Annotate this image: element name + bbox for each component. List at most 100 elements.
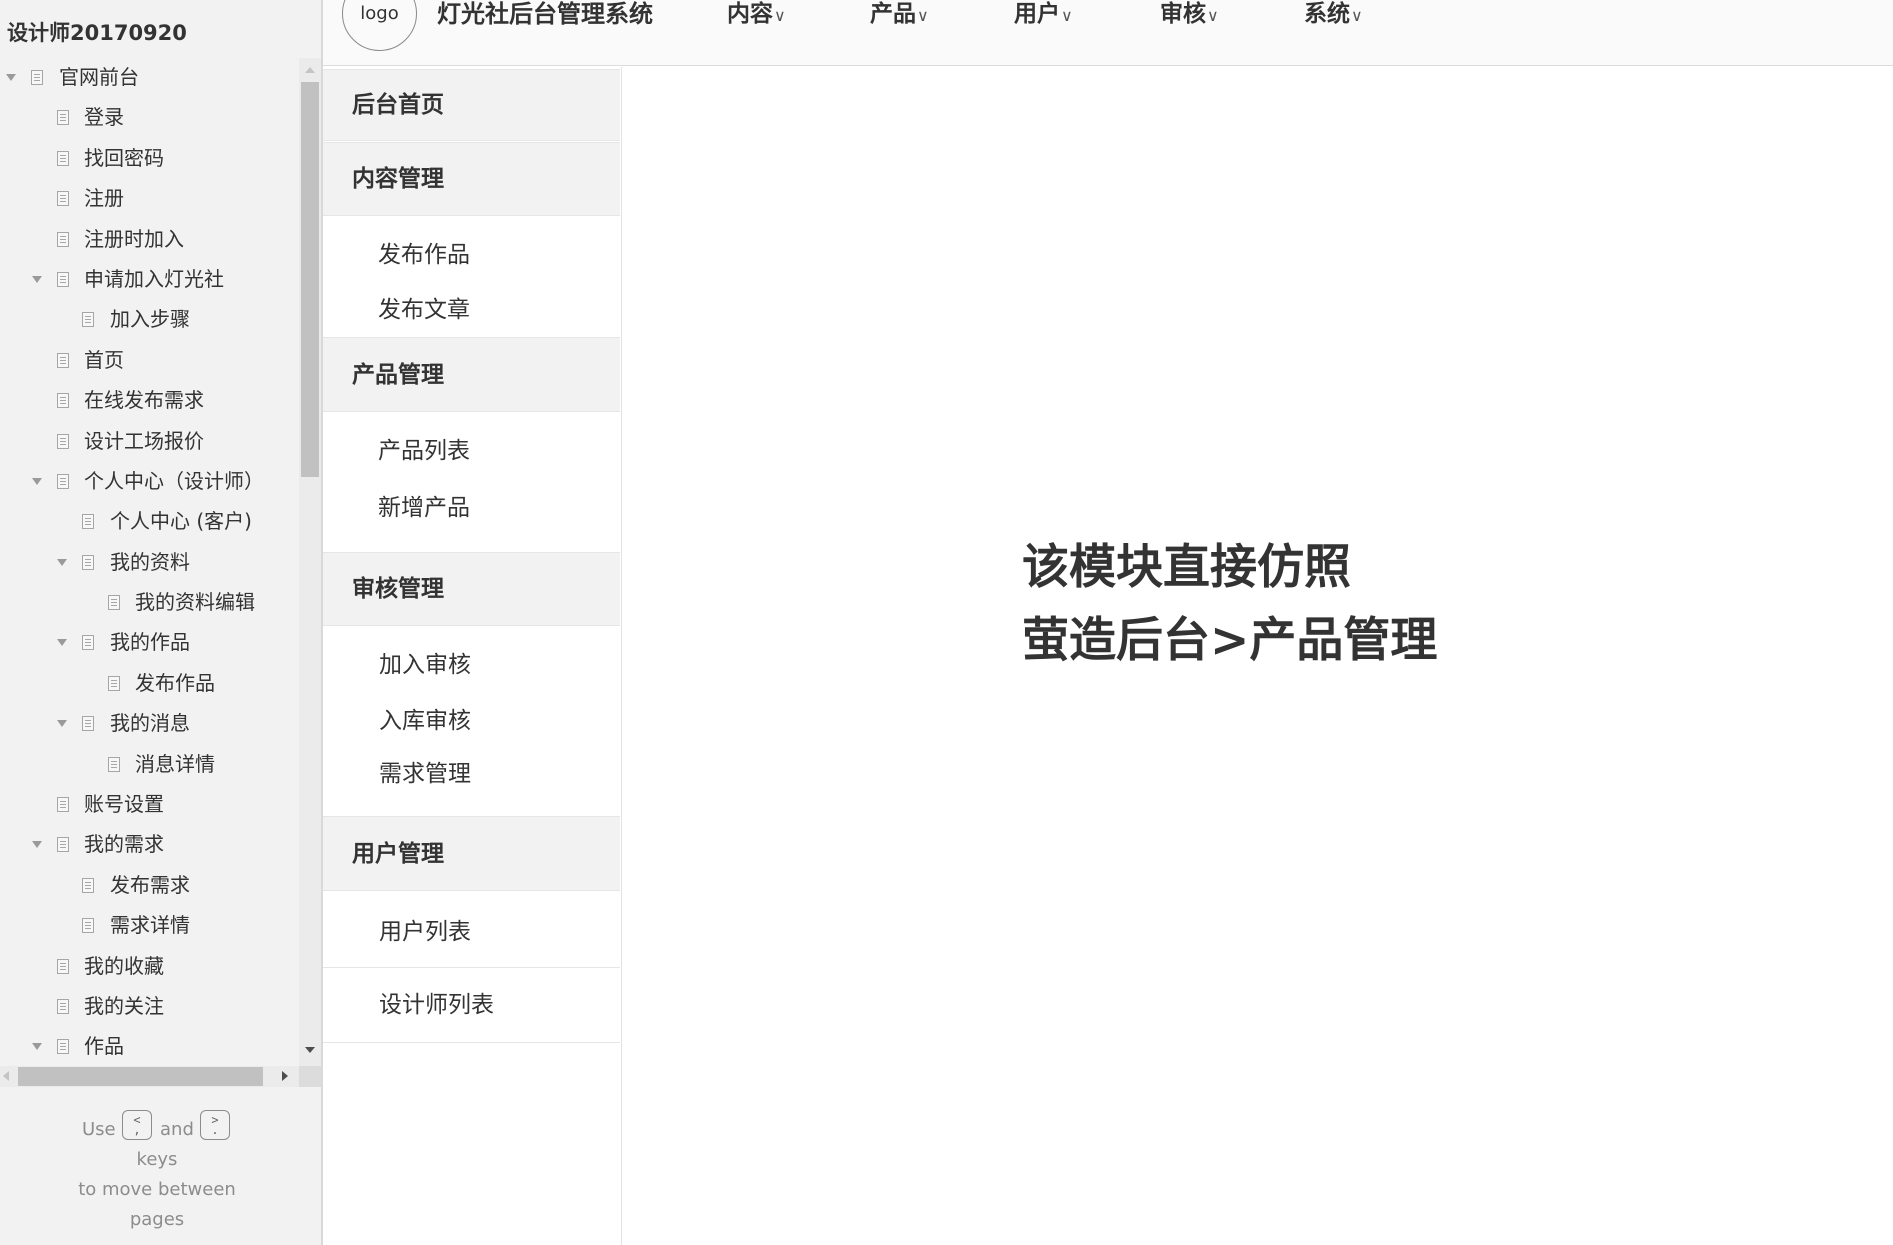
sitemap-item[interactable]: 注册 (0, 178, 299, 218)
sitemap-item-label: 发布作品 (135, 670, 215, 695)
sitemap-item[interactable]: 我的需求 (0, 824, 299, 864)
page-icon (82, 635, 94, 651)
sitemap-item[interactable]: 我的关注 (0, 986, 299, 1026)
sitemap-item-label: 我的关注 (84, 993, 164, 1018)
expand-toggle-icon[interactable] (32, 477, 42, 485)
sitemap-item[interactable]: 找回密码 (0, 138, 299, 178)
help-move-text: to move between (78, 1179, 236, 1200)
chevron-down-icon: ∨ (1351, 6, 1363, 25)
page-icon (82, 514, 94, 530)
help-and-text: and (160, 1119, 194, 1140)
next-key-icon: > . (200, 1110, 230, 1140)
scroll-up-arrow-icon[interactable] (305, 67, 315, 73)
sitemap-item[interactable]: 个人中心 (客户) (0, 501, 299, 541)
sidebar-header-review[interactable]: 审核管理 (323, 552, 620, 626)
sitemap-item[interactable]: 作品 (0, 1026, 299, 1066)
sidebar-item-label: 设计师列表 (379, 992, 494, 1018)
sitemap-item-label: 我的需求 (84, 832, 164, 857)
nav-menu-product[interactable]: 产品∨ (870, 0, 929, 30)
sitemap-item[interactable]: 在线发布需求 (0, 380, 299, 420)
scroll-down-arrow-icon[interactable] (305, 1047, 315, 1053)
sidebar-item-publish-work[interactable]: 发布作品 (378, 240, 470, 270)
page-icon (57, 150, 69, 166)
sitemap-item[interactable]: 官网前台 (0, 57, 299, 97)
vertical-scrollbar[interactable] (299, 58, 321, 1066)
sidebar-group-content: 发布作品 发布文章 (323, 216, 620, 337)
help-pages-text: pages (129, 1209, 185, 1230)
sidebar-item-demand-management[interactable]: 需求管理 (379, 759, 471, 789)
page-icon (57, 1039, 69, 1055)
sidebar-header-label: 审核管理 (352, 576, 444, 602)
sidebar-item-label: 用户列表 (379, 919, 471, 945)
expand-toggle-icon[interactable] (32, 841, 42, 849)
sitemap-item[interactable]: 设计工场报价 (0, 421, 299, 461)
vertical-scroll-thumb[interactable] (301, 82, 319, 477)
expand-toggle-icon[interactable] (57, 639, 67, 647)
sitemap-item[interactable]: 消息详情 (0, 744, 299, 784)
sitemap-tree: 官网前台 登录 找回密码 注册 注册时加入 申请加入灯光社 加入步骤 首页 在线… (0, 57, 299, 1066)
chevron-down-icon: ∨ (774, 6, 786, 25)
sidebar-item-publish-article[interactable]: 发布文章 (378, 295, 470, 325)
sidebar-item-user-list[interactable]: 用户列表 (323, 891, 620, 968)
expand-toggle-icon[interactable] (32, 1043, 42, 1051)
page-icon (57, 352, 69, 368)
horizontal-scrollbar[interactable] (0, 1066, 299, 1087)
page-icon (57, 998, 69, 1014)
sitemap-item[interactable]: 登录 (0, 97, 299, 137)
sitemap-item[interactable]: 申请加入灯光社 (0, 259, 299, 299)
sitemap-item[interactable]: 我的资料编辑 (0, 582, 299, 622)
sitemap-item-label: 设计工场报价 (84, 428, 204, 453)
sitemap-item-label: 申请加入灯光社 (84, 266, 224, 291)
content-note-line2: 萤造后台>产品管理 (1022, 613, 1438, 668)
expand-toggle-icon[interactable] (32, 275, 42, 283)
page-icon (57, 191, 69, 207)
nav-menu-content[interactable]: 内容∨ (727, 0, 786, 30)
sitemap-item-label: 我的作品 (110, 630, 190, 655)
nav-menu-user[interactable]: 用户∨ (1014, 0, 1073, 30)
expand-toggle-icon[interactable] (57, 720, 67, 728)
sidebar-header-home[interactable]: 后台首页 (323, 69, 620, 141)
sitemap-item-label: 消息详情 (135, 751, 215, 776)
page-icon (108, 675, 120, 691)
sitemap-item[interactable]: 我的作品 (0, 622, 299, 662)
logo[interactable]: logo (342, 0, 417, 51)
sitemap-item-label: 在线发布需求 (84, 388, 204, 413)
sidebar-header-product[interactable]: 产品管理 (323, 337, 620, 412)
sidebar-item-join-review[interactable]: 加入审核 (379, 650, 471, 680)
help-keys-text: keys (136, 1149, 178, 1170)
sitemap-item[interactable]: 需求详情 (0, 905, 299, 945)
expand-toggle-icon[interactable] (57, 558, 67, 566)
logo-text: logo (360, 3, 399, 24)
sitemap-item-label: 发布需求 (110, 872, 190, 897)
scroll-right-arrow-icon[interactable] (282, 1071, 288, 1081)
sitemap-item[interactable]: 发布需求 (0, 865, 299, 905)
horizontal-scroll-thumb[interactable] (18, 1067, 263, 1086)
sitemap-item[interactable]: 我的资料 (0, 542, 299, 582)
sitemap-item[interactable]: 注册时加入 (0, 219, 299, 259)
sitemap-item[interactable]: 我的消息 (0, 703, 299, 743)
sidebar-item-add-product[interactable]: 新增产品 (378, 493, 470, 523)
nav-menu-system[interactable]: 系统∨ (1304, 0, 1363, 30)
sitemap-item[interactable]: 加入步骤 (0, 299, 299, 339)
sitemap-item[interactable]: 首页 (0, 340, 299, 380)
page-icon (57, 110, 69, 126)
sitemap-panel: 设计师20170920 官网前台 登录 找回密码 注册 注册时加入 申请加入灯光… (0, 0, 321, 1245)
sidebar-item-storage-review[interactable]: 入库审核 (379, 706, 471, 736)
expand-toggle-icon[interactable] (6, 74, 16, 81)
scroll-left-arrow-icon[interactable] (3, 1071, 9, 1081)
sitemap-item[interactable]: 发布作品 (0, 663, 299, 703)
sitemap-item-label: 我的资料编辑 (135, 590, 255, 615)
sitemap-item[interactable]: 个人中心（设计师） (0, 461, 299, 501)
nav-menu-review[interactable]: 审核∨ (1160, 0, 1219, 30)
sidebar-header-user[interactable]: 用户管理 (323, 816, 620, 891)
sitemap-item-label: 需求详情 (110, 913, 190, 938)
sidebar-item-designer-list[interactable]: 设计师列表 (323, 968, 620, 1043)
sidebar-header-content[interactable]: 内容管理 (323, 142, 620, 216)
nav-menu-label: 内容 (727, 1, 773, 27)
page-icon (57, 393, 69, 409)
nav-menu-label: 审核 (1160, 1, 1206, 27)
page-icon (82, 716, 94, 732)
sitemap-item[interactable]: 我的收藏 (0, 946, 299, 986)
sitemap-item[interactable]: 账号设置 (0, 784, 299, 824)
sidebar-item-product-list[interactable]: 产品列表 (378, 436, 470, 466)
